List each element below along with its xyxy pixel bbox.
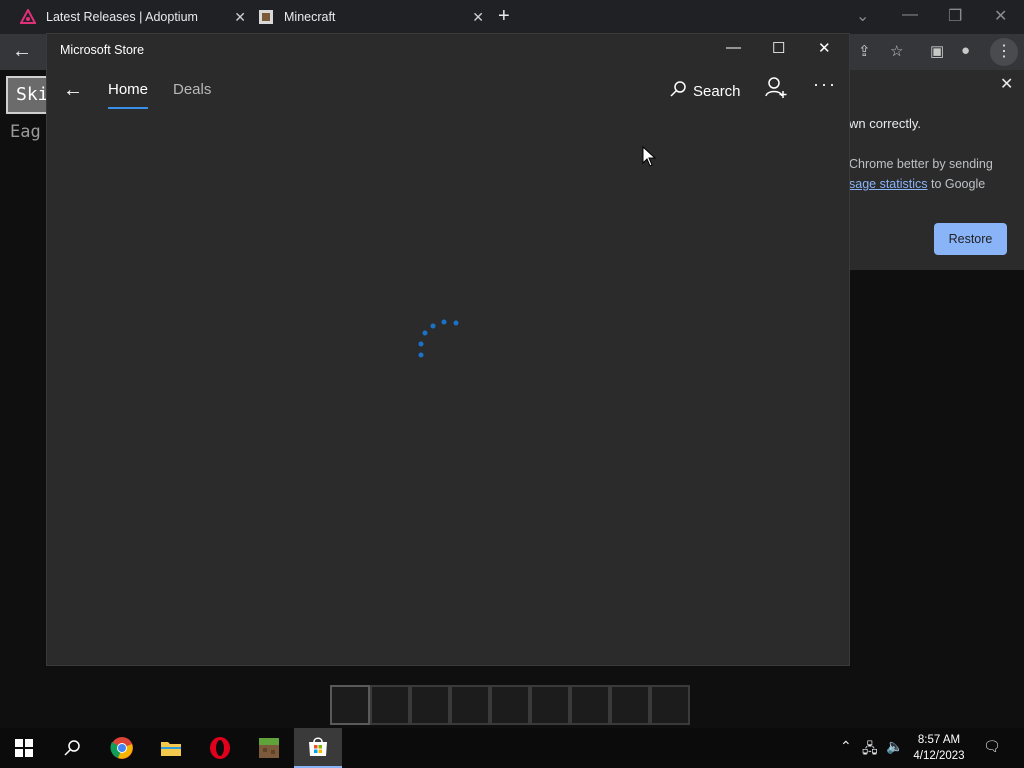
microsoft-store-window: Microsoft Store — ☐ ✕ ← Home Deals Searc… bbox=[47, 34, 849, 665]
mouse-cursor-icon bbox=[642, 145, 657, 173]
hotbar-slot bbox=[410, 685, 450, 725]
file-explorer-icon[interactable] bbox=[147, 728, 195, 768]
active-tab-indicator bbox=[108, 107, 148, 109]
infobar-text-suffix: to Google bbox=[927, 177, 986, 191]
close-icon[interactable]: ✕ bbox=[1000, 74, 1013, 94]
windows-start-icon[interactable] bbox=[0, 728, 48, 768]
close-icon[interactable]: ✕ bbox=[472, 9, 484, 26]
chevron-down-icon[interactable]: ⌄ bbox=[856, 6, 869, 26]
usage-statistics-link[interactable]: sage statistics bbox=[849, 177, 928, 191]
close-icon[interactable]: ✕ bbox=[234, 9, 246, 26]
browser-tab-strip: Latest Releases | Adoptium ✕ Minecraft ✕… bbox=[0, 0, 1024, 34]
minecraft-favicon-icon bbox=[258, 9, 274, 25]
chevron-up-icon[interactable]: ⌃ bbox=[840, 738, 852, 755]
infobar-text: Chrome better by sending bbox=[849, 157, 993, 171]
date-label: 4/12/2023 bbox=[913, 750, 965, 762]
search-label: Search bbox=[693, 82, 741, 100]
hotbar-slot bbox=[530, 685, 570, 725]
minimize-icon[interactable]: — bbox=[726, 39, 741, 56]
taskbar: ⌃ 🖧 🔈 8:57 AM 4/12/2023 🗨 bbox=[0, 728, 1024, 768]
search-icon[interactable] bbox=[48, 728, 96, 768]
infobar-title: wn correctly. bbox=[849, 116, 921, 131]
back-arrow-icon[interactable]: ← bbox=[12, 40, 32, 63]
tab-deals[interactable]: Deals bbox=[173, 81, 211, 98]
close-icon[interactable]: ✕ bbox=[994, 6, 1007, 26]
tab-minecraft[interactable]: Minecraft ✕ bbox=[250, 0, 494, 34]
share-icon[interactable]: ⇪ bbox=[858, 42, 871, 60]
tab-label: Latest Releases | Adoptium bbox=[46, 10, 198, 24]
minecraft-icon[interactable] bbox=[245, 728, 293, 768]
restore-button[interactable]: Restore bbox=[934, 223, 1007, 255]
hotbar-slot bbox=[570, 685, 610, 725]
chrome-menu-icon[interactable]: ⋮ bbox=[990, 38, 1018, 66]
hotbar-slot bbox=[610, 685, 650, 725]
star-icon[interactable]: ☆ bbox=[890, 42, 903, 60]
notification-icon[interactable]: 🗨 bbox=[983, 738, 1001, 755]
side-panel-icon[interactable]: ▣ bbox=[930, 42, 944, 60]
minecraft-text: Eag bbox=[10, 122, 41, 142]
tab-home[interactable]: Home bbox=[108, 81, 148, 98]
hotbar-slot bbox=[650, 685, 690, 725]
loading-spinner-icon bbox=[407, 316, 467, 366]
hotbar-slot bbox=[330, 685, 370, 725]
close-icon[interactable]: ✕ bbox=[818, 39, 831, 57]
minecraft-hotbar bbox=[330, 685, 690, 725]
time-label: 8:57 AM bbox=[917, 734, 961, 746]
network-icon[interactable]: 🖧 bbox=[862, 738, 878, 762]
restore-icon[interactable]: ❐ bbox=[948, 6, 962, 26]
maximize-icon[interactable]: ☐ bbox=[772, 39, 785, 57]
back-arrow-icon[interactable]: ← bbox=[63, 79, 83, 102]
microsoft-store-icon[interactable] bbox=[294, 728, 342, 768]
hotbar-slot bbox=[370, 685, 410, 725]
chrome-icon[interactable] bbox=[98, 728, 146, 768]
opera-icon[interactable] bbox=[196, 728, 244, 768]
new-tab-button[interactable]: + bbox=[498, 5, 510, 28]
tab-adoptium[interactable]: Latest Releases | Adoptium ✕ bbox=[12, 0, 256, 34]
add-user-icon[interactable] bbox=[764, 76, 788, 105]
clock[interactable]: 8:57 AM 4/12/2023 bbox=[908, 732, 970, 764]
hotbar-slot bbox=[450, 685, 490, 725]
volume-icon[interactable]: 🔈 bbox=[886, 738, 903, 755]
search-icon bbox=[669, 80, 687, 102]
search-button[interactable]: Search bbox=[669, 80, 741, 102]
window-title: Microsoft Store bbox=[60, 43, 145, 57]
adoptium-icon bbox=[20, 9, 36, 25]
hotbar-slot bbox=[490, 685, 530, 725]
minimize-icon[interactable]: — bbox=[902, 6, 918, 24]
infobar-text: sage statistics to Google bbox=[849, 177, 985, 191]
profile-icon[interactable]: ● bbox=[961, 42, 970, 59]
more-options-icon[interactable]: ··· bbox=[813, 74, 837, 95]
tab-label: Minecraft bbox=[284, 10, 336, 24]
